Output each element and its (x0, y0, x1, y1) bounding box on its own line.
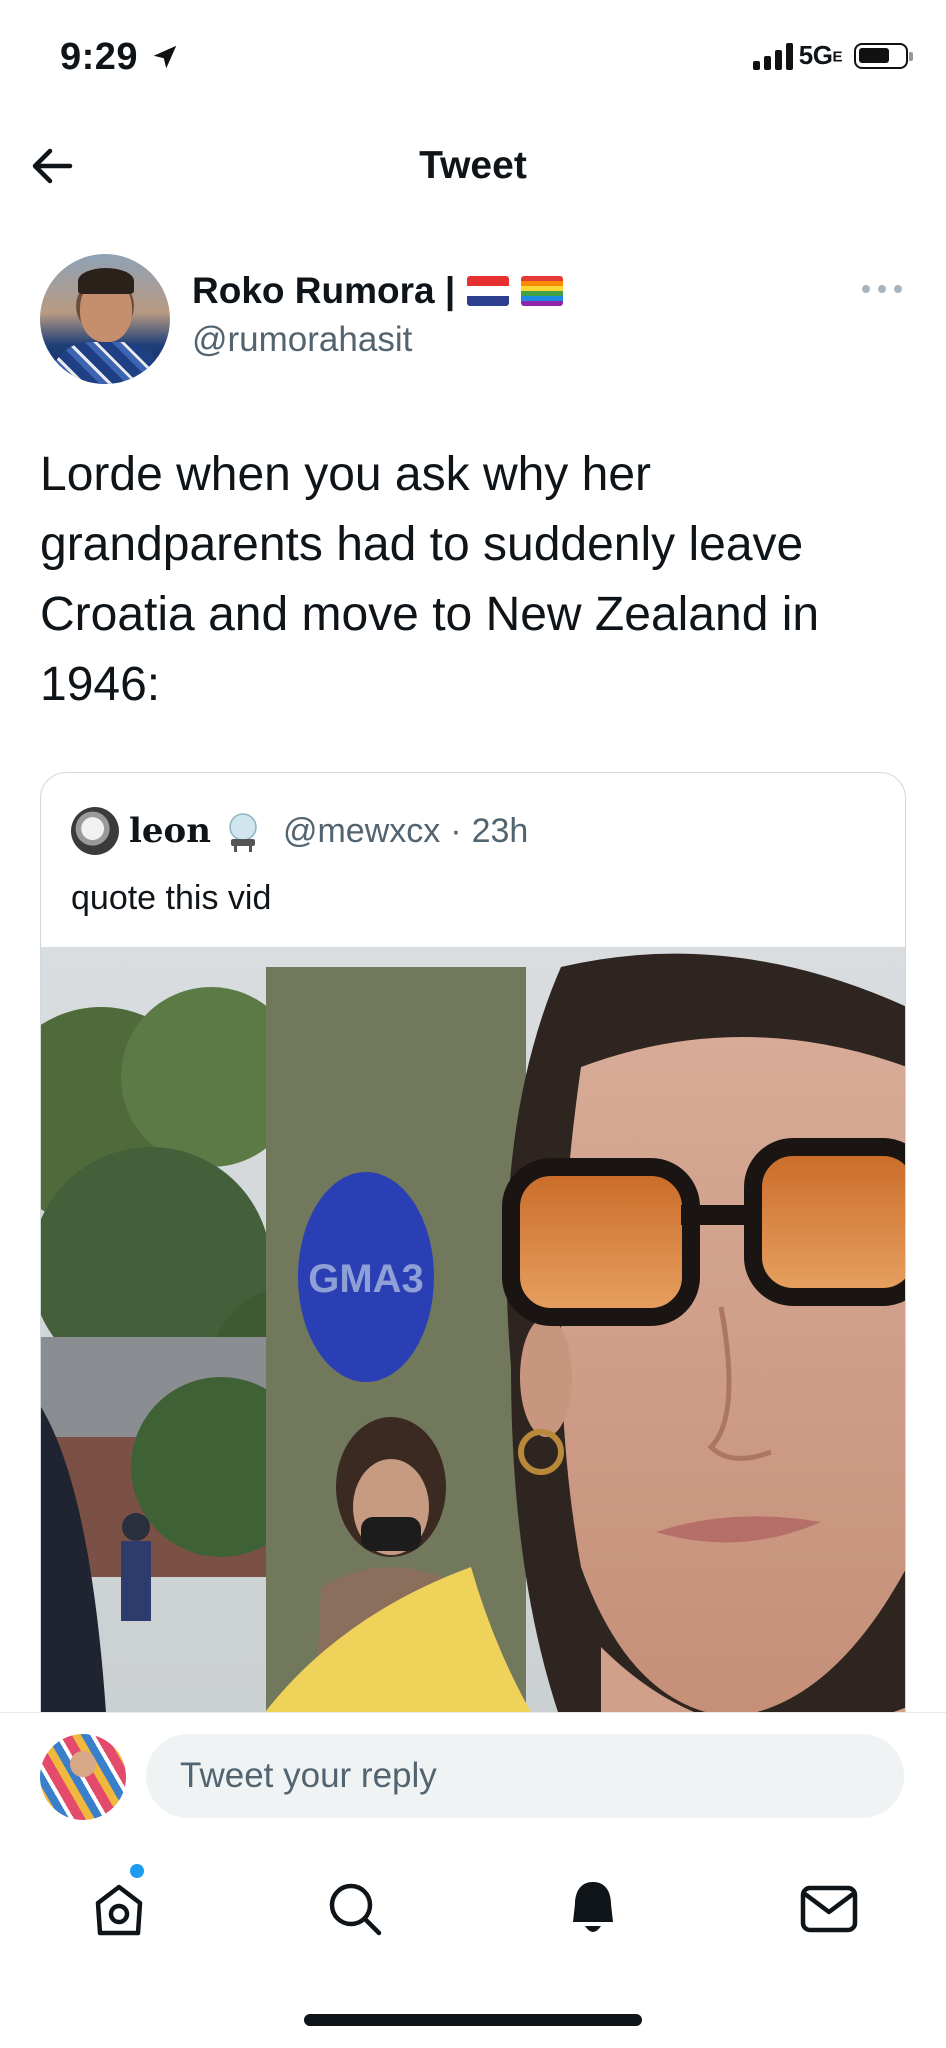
quoted-separator: · (450, 811, 462, 850)
author-handle[interactable]: @rumorahasit (192, 320, 412, 360)
crystal-ball-icon (229, 813, 257, 852)
author-name-row[interactable]: Roko Rumora | (192, 270, 564, 312)
home-icon (95, 1884, 143, 1936)
my-avatar[interactable] (40, 1734, 126, 1820)
bottom-nav (0, 1844, 946, 2048)
reply-input[interactable] (146, 1734, 904, 1818)
nav-notifications[interactable] (560, 1876, 626, 1942)
nav-search[interactable] (322, 1876, 388, 1942)
quoted-video-thumbnail[interactable]: GMA3 (41, 947, 905, 1811)
home-indicator (304, 2014, 642, 2026)
status-time: 9:29 (60, 36, 139, 78)
signal-bars-icon (752, 42, 793, 70)
notifications-icon (573, 1882, 613, 1932)
home-notification-dot (130, 1864, 144, 1878)
rainbow-flag-icon (521, 276, 564, 306)
croatia-flag-icon (467, 276, 510, 306)
quoted-tweet-text: quote this vid (71, 879, 272, 917)
nav-messages[interactable] (796, 1876, 862, 1942)
author-avatar[interactable] (40, 254, 170, 384)
status-bar: 9:29 5GE (0, 0, 946, 118)
video-frame: GMA3 (41, 947, 905, 1811)
quoted-tweet-card[interactable]: leon @mewxcx · 23h quote this vid GMA3 (40, 772, 906, 1812)
battery-icon (854, 42, 913, 69)
quoted-tweet-header: leon @mewxcx · 23h (71, 807, 528, 855)
quoted-time: 23h (471, 811, 529, 850)
messages-icon (800, 1885, 858, 1933)
more-options-icon[interactable] (862, 282, 902, 296)
page-title: Tweet (419, 144, 527, 187)
quoted-author-handle: @mewxcx (282, 811, 441, 850)
tweet-text: Lorde when you ask why her grandparents … (40, 448, 820, 711)
author-name[interactable]: Roko Rumora | (192, 270, 455, 312)
status-indicators: 5GE (752, 40, 913, 71)
gma3-sign-text: GMA3 (308, 1257, 424, 1301)
top-header: Tweet (0, 118, 946, 216)
quoted-author-avatar (71, 807, 119, 855)
quoted-author-name: leon (129, 811, 211, 851)
location-arrow-icon (153, 45, 177, 69)
nav-home[interactable] (86, 1876, 152, 1942)
network-type: 5GE (798, 40, 843, 70)
search-icon (329, 1883, 382, 1936)
